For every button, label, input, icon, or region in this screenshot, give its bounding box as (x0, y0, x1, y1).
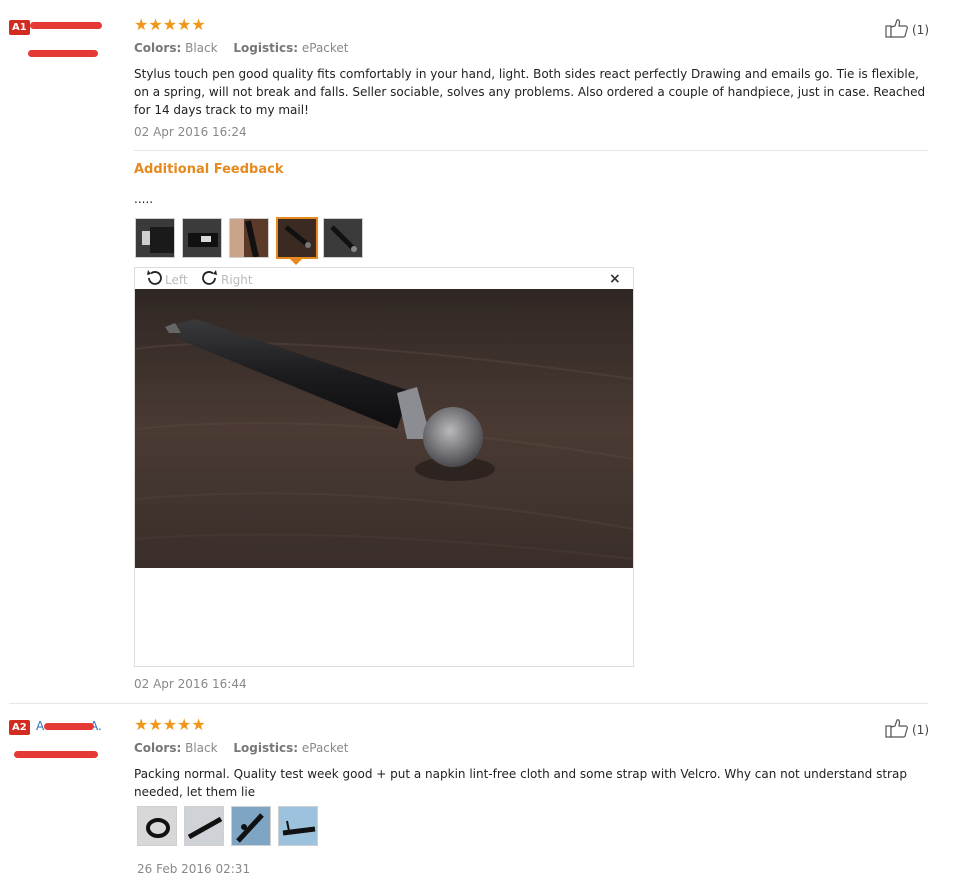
colors-value: Black (185, 41, 218, 55)
logistics-value: ePacket (301, 41, 349, 55)
buyer-level-badge: A2 (9, 720, 30, 735)
thumbs-up-icon (885, 718, 909, 741)
photo-thumbnail[interactable] (184, 806, 224, 846)
photo-viewer: Left Right × (134, 267, 634, 667)
rotate-left-icon (145, 269, 163, 290)
thumbs-up-icon (885, 18, 909, 41)
review-separator (9, 703, 928, 704)
redacted-buyer-name (30, 22, 102, 29)
rotate-left-button[interactable]: Left (145, 269, 188, 290)
redacted-buyer-name (44, 723, 94, 730)
rotate-right-icon (201, 269, 219, 290)
logistics-value: ePacket (301, 741, 349, 755)
photo-thumbnail[interactable] (135, 218, 175, 258)
colors-label: Colors: (134, 741, 182, 755)
rotate-left-label: Left (165, 272, 188, 287)
like-count: (1) (912, 722, 929, 737)
order-info: Colors: Black Logistics: ePacket (134, 41, 349, 55)
close-icon[interactable]: × (609, 271, 621, 287)
selected-pointer (290, 259, 302, 265)
buyer-level-badge: A1 (9, 20, 30, 35)
photo-thumbnail[interactable] (137, 806, 177, 846)
colors-value: Black (185, 741, 218, 755)
additional-feedback-text: ..... (134, 192, 154, 206)
additional-feedback-title: Additional Feedback (134, 162, 284, 177)
enlarged-photo (135, 289, 633, 568)
star-rating: ★★★★★ (134, 15, 206, 34)
buyer-name-initial[interactable]: A (36, 719, 44, 733)
review-date: 26 Feb 2016 02:31 (137, 862, 251, 876)
photo-thumbnail[interactable] (323, 218, 363, 258)
photo-thumbnail[interactable] (182, 218, 222, 258)
order-info: Colors: Black Logistics: ePacket (134, 741, 349, 755)
like-button[interactable]: (1) (885, 18, 929, 41)
like-count: (1) (912, 22, 929, 37)
review-date: 02 Apr 2016 16:24 (134, 125, 247, 139)
star-rating: ★★★★★ (134, 715, 206, 734)
like-button[interactable]: (1) (885, 718, 929, 741)
review-text: Packing normal. Quality test week good +… (134, 767, 907, 799)
photo-thumbnail[interactable] (231, 806, 271, 846)
logistics-label: Logistics: (233, 741, 299, 755)
divider (134, 150, 928, 151)
redacted-buyer-status (28, 50, 98, 57)
photo-thumbnail[interactable] (229, 218, 269, 258)
review-text: Stylus touch pen good quality fits comfo… (134, 67, 926, 117)
rotate-right-label: Right (221, 272, 253, 287)
photo-thumbnail[interactable] (278, 806, 318, 846)
colors-label: Colors: (134, 41, 182, 55)
logistics-label: Logistics: (233, 41, 299, 55)
additional-feedback-date: 02 Apr 2016 16:44 (134, 677, 247, 691)
rotate-right-button[interactable]: Right (201, 269, 253, 290)
photo-thumbnail-selected[interactable] (276, 217, 318, 259)
redacted-buyer-status (14, 751, 98, 758)
